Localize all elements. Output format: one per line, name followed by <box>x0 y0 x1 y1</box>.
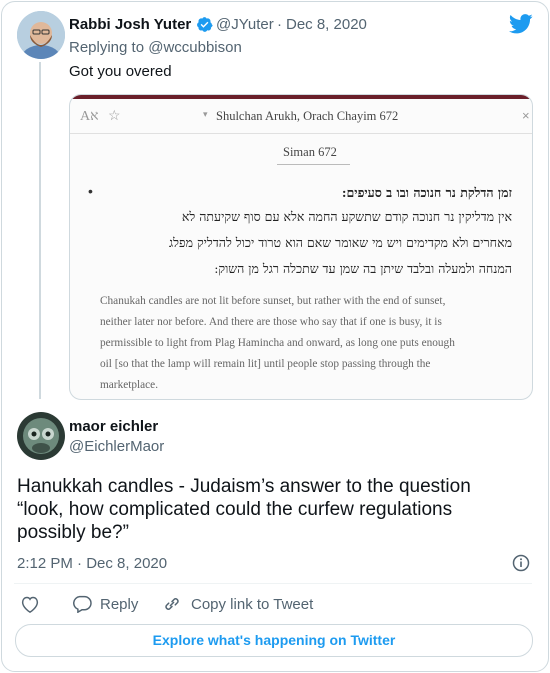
avatar[interactable] <box>17 11 65 59</box>
tweet-text: Hanukkah candles - Judaism’s answer to t… <box>17 476 471 543</box>
link-icon[interactable] <box>162 595 182 613</box>
font-size-icon: Aא <box>80 109 99 124</box>
english-line: marketplace. <box>100 379 159 391</box>
like-icon[interactable] <box>20 595 40 614</box>
verified-badge-icon <box>196 16 213 33</box>
chevron-down-icon: ▾ <box>203 109 208 119</box>
author-handle[interactable]: @JYuter <box>216 16 274 33</box>
reply-button[interactable]: Reply <box>100 596 138 613</box>
tweet-timestamp[interactable]: 2:12 PM · Dec 8, 2020 <box>17 555 167 572</box>
english-line: permissible to light from Plag Haminchа … <box>100 337 455 349</box>
tweet-time[interactable]: 2:12 PM <box>17 555 73 572</box>
hebrew-line: המנחה ולמעלה ובלבד שיתן בה שמן עד שתכלה … <box>214 261 512 276</box>
book-header-bar <box>70 95 532 99</box>
twitter-logo-icon[interactable] <box>508 14 533 34</box>
tweet-date[interactable]: Dec 8, 2020 <box>286 16 367 33</box>
author-name[interactable]: maor eichler <box>69 418 158 435</box>
hebrew-heading: זמן הדלקת נר חנוכה ובו ב סעיפים: <box>341 185 512 200</box>
english-line: oil [so that the lamp will remain lit] u… <box>100 358 431 370</box>
tweet-text: Got you overed <box>69 63 172 80</box>
explore-button[interactable]: Explore what's happening on Twitter <box>15 624 533 657</box>
separator: · <box>77 555 83 572</box>
divider <box>14 583 532 584</box>
tweet-date[interactable]: Dec 8, 2020 <box>86 555 167 572</box>
english-line: neither later nor before. And there are … <box>100 316 442 328</box>
reply-icon[interactable] <box>72 595 92 614</box>
author-handle[interactable]: @EichlerMaor <box>69 438 164 455</box>
siman-label: Siman 672 <box>283 145 337 159</box>
close-icon: × <box>522 108 530 123</box>
separator: · <box>277 16 282 33</box>
english-translation: Chanukah candles are not lit before suns… <box>100 291 530 396</box>
siman-underline <box>277 164 350 165</box>
star-icon: ☆ <box>108 107 121 123</box>
toolbar-divider <box>70 133 532 134</box>
info-icon[interactable] <box>512 554 530 572</box>
english-line: Chanukah candles are not lit before suns… <box>100 295 446 307</box>
replying-to-handle[interactable]: @wccubbison <box>148 39 242 56</box>
hebrew-line: אין מדליקין נר חנוכה קודם שתשקע החמה אלא… <box>181 209 512 224</box>
hebrew-line: מאחרים ולא מקדימים ויש מי שאומר שאם הוא … <box>169 235 512 250</box>
author-name[interactable]: Rabbi Josh Yuter <box>69 16 191 33</box>
book-title: Shulchan Arukh, Orach Chayim 672 <box>216 109 399 123</box>
tweet-image[interactable]: Aא ☆ ▾ Shulchan Arukh, Orach Chayim 672 … <box>69 94 533 400</box>
copy-link-button[interactable]: Copy link to Tweet <box>191 596 313 613</box>
replying-to-label: Replying to <box>69 39 145 56</box>
avatar[interactable] <box>17 412 65 460</box>
thread-connector <box>39 62 41 399</box>
replying-to: Replying to @wccubbison <box>69 39 242 56</box>
bullet: • <box>88 183 93 199</box>
